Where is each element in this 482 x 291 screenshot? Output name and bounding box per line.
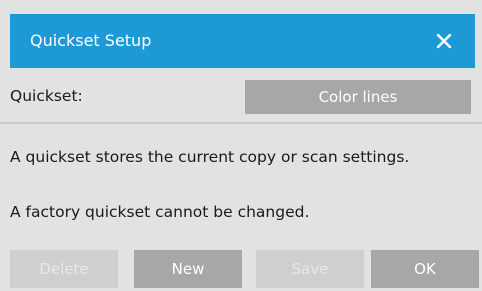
ok-button[interactable]: OK xyxy=(371,250,479,288)
dialog-title: Quickset Setup xyxy=(30,31,152,50)
quickset-label: Quickset: xyxy=(10,87,83,105)
quickset-select[interactable]: Color lines xyxy=(245,80,471,114)
new-button[interactable]: New xyxy=(134,250,242,288)
title-bar: Quickset Setup xyxy=(10,14,475,68)
delete-button[interactable]: Delete xyxy=(10,250,118,288)
close-button[interactable] xyxy=(425,22,463,60)
info-text-copy-settings: A quickset stores the current copy or sc… xyxy=(10,148,410,166)
save-button[interactable]: Save xyxy=(256,250,364,288)
close-icon xyxy=(436,33,452,49)
divider xyxy=(0,122,482,124)
quickset-setup-dialog: Quickset Setup Quickset: Color lines A q… xyxy=(0,0,482,291)
info-text-factory: A factory quickset cannot be changed. xyxy=(10,203,310,221)
